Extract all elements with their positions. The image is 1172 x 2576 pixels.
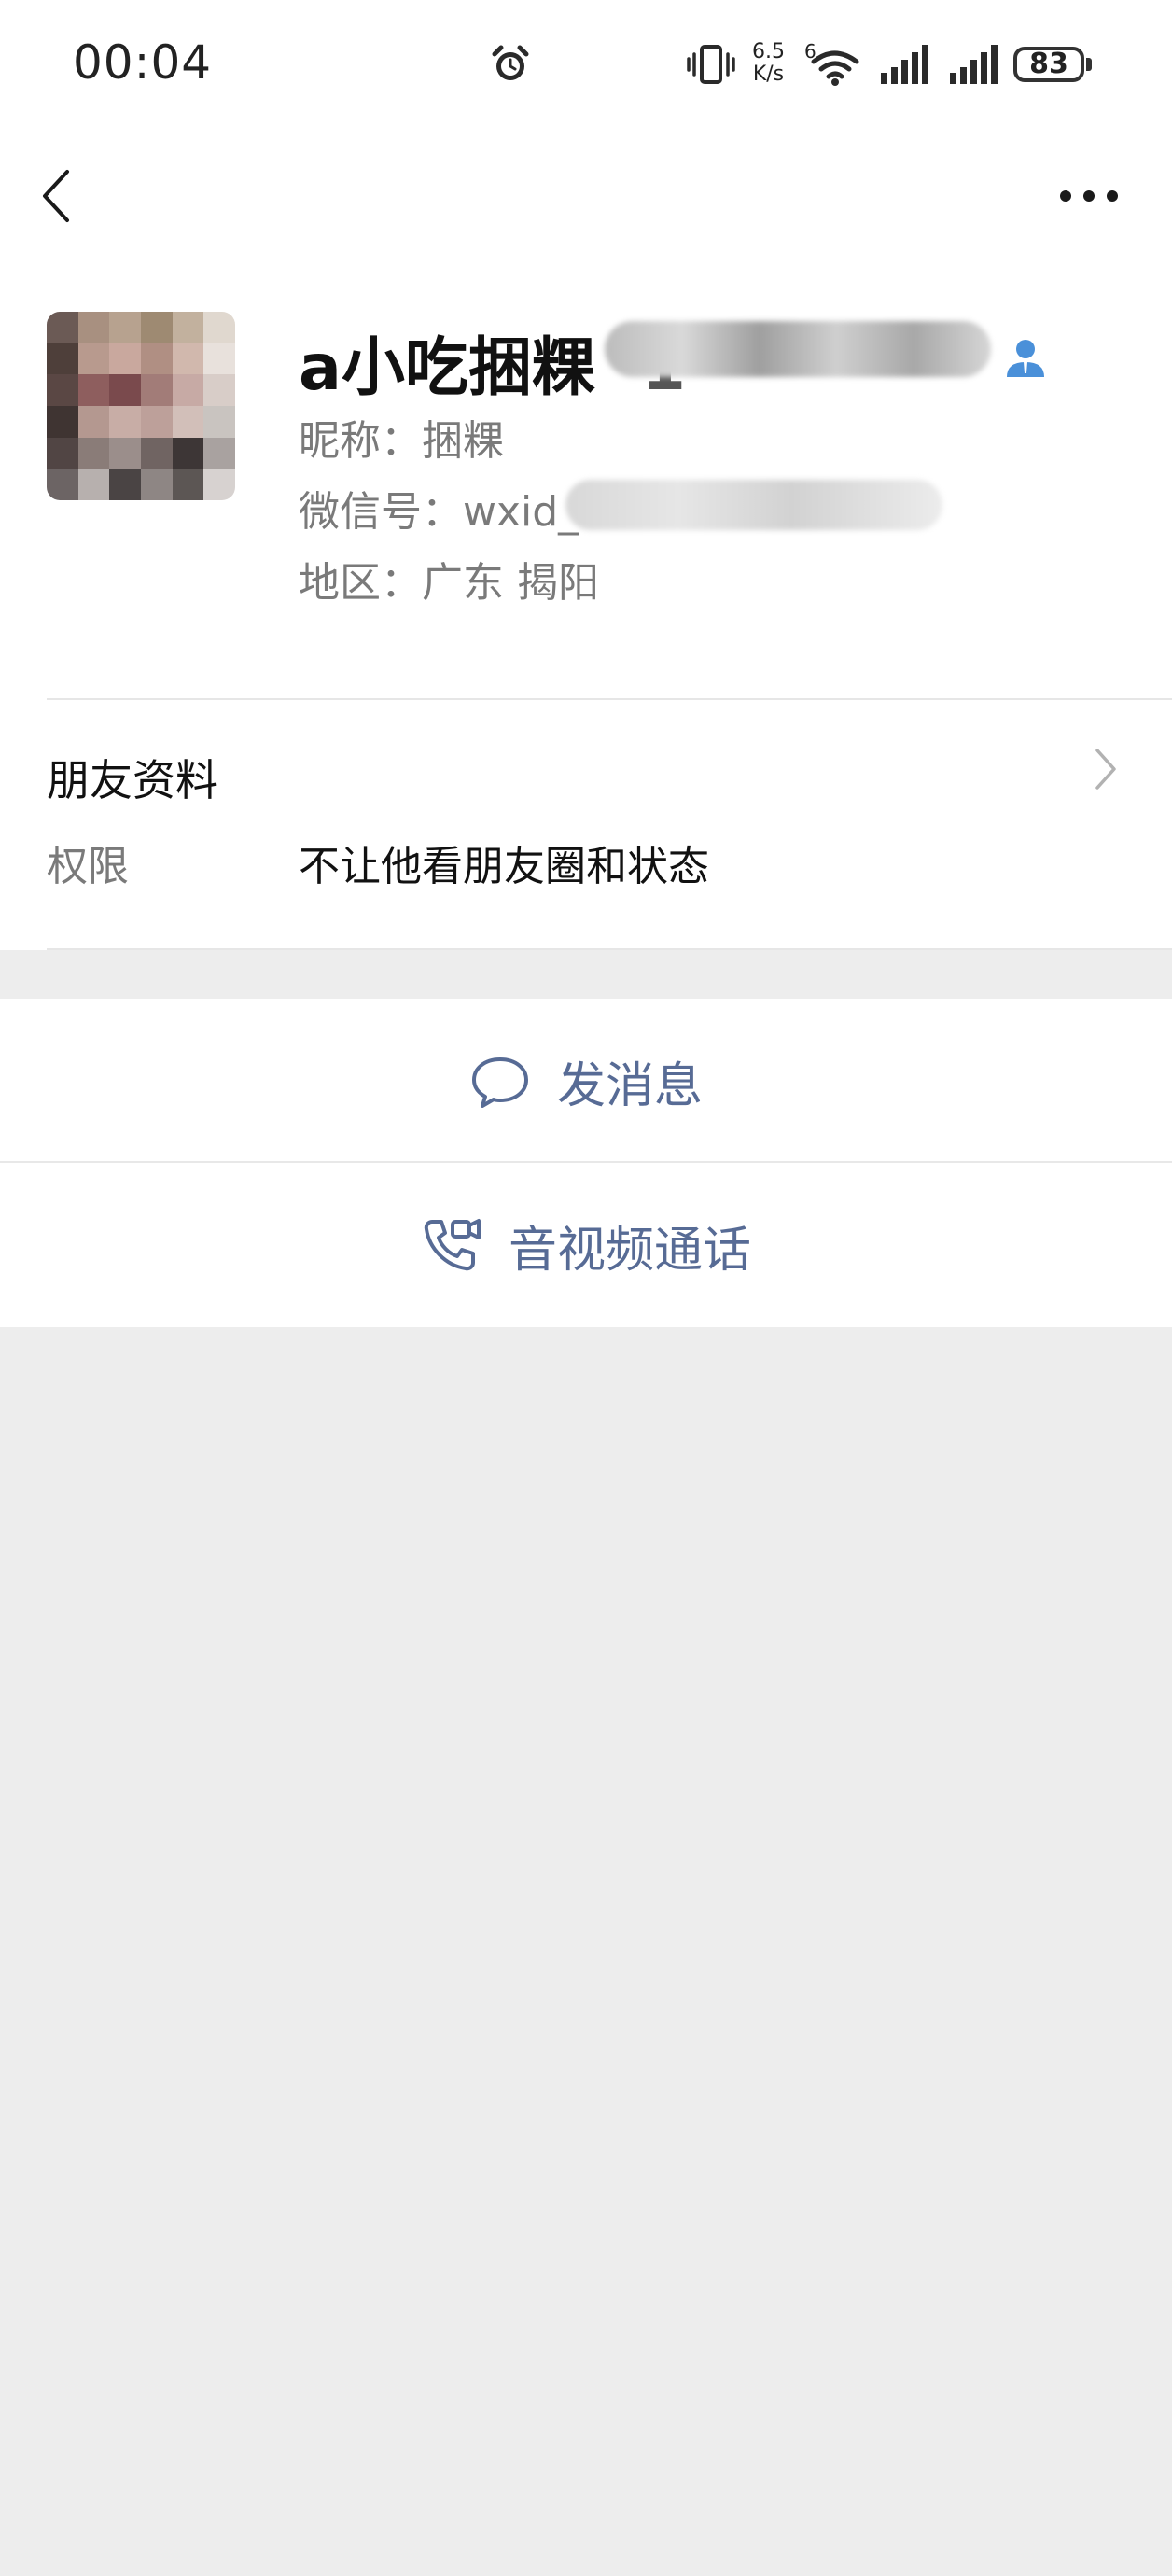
signal-icon [950,45,998,84]
chevron-left-icon[interactable] [37,168,75,224]
redacted-id-blur [565,480,942,530]
permission-label: 权限 [47,843,129,890]
send-message-label: 发消息 [556,1057,703,1114]
chevron-right-icon[interactable] [1092,745,1120,793]
network-speed-value: 6.5 [752,40,785,63]
vibrate-icon [687,45,735,84]
video-call-label: 音视频通话 [508,1222,751,1279]
battery-level: 83 [1029,48,1068,80]
video-call-button[interactable]: 音视频通话 [0,1163,1172,1327]
divider [47,698,1172,700]
more-dots-icon[interactable] [1060,190,1118,205]
nickname: 昵称：捆粿 [299,417,504,465]
phone-video-icon [424,1219,481,1271]
send-message-button[interactable]: 发消息 [0,999,1172,1163]
network-speed-unit: K/s [752,63,785,86]
contact-name-text: a小吃捆粿 [299,331,595,405]
friend-info-title[interactable]: 朋友资料 [47,747,218,808]
battery-icon: 83 [1013,47,1084,82]
profile-card: a小吃捆粿 1 昵称：捆粿 微信号：wxid_ 地区：广东 揭阳 朋友资料 权限… [0,140,1172,950]
person-icon [1007,340,1044,377]
wechat-id[interactable]: 微信号：wxid_ [299,478,579,538]
avatar[interactable] [47,312,235,500]
status-time: 00:04 [73,35,213,90]
signal-icon [881,45,928,84]
network-speed: 6.5 K/s [752,41,785,86]
chat-bubble-icon [471,1057,528,1108]
redacted-name-blur [605,321,991,377]
divider [47,948,1172,950]
permission-value: 不让他看朋友圈和状态 [299,843,709,890]
battery-tip [1086,58,1092,71]
status-bar: 00:04 6.5 K/s 6 83 [0,0,1172,140]
wifi-icon: 6 [804,41,859,86]
region: 地区：广东 揭阳 [299,559,599,607]
alarm-icon [492,45,529,80]
